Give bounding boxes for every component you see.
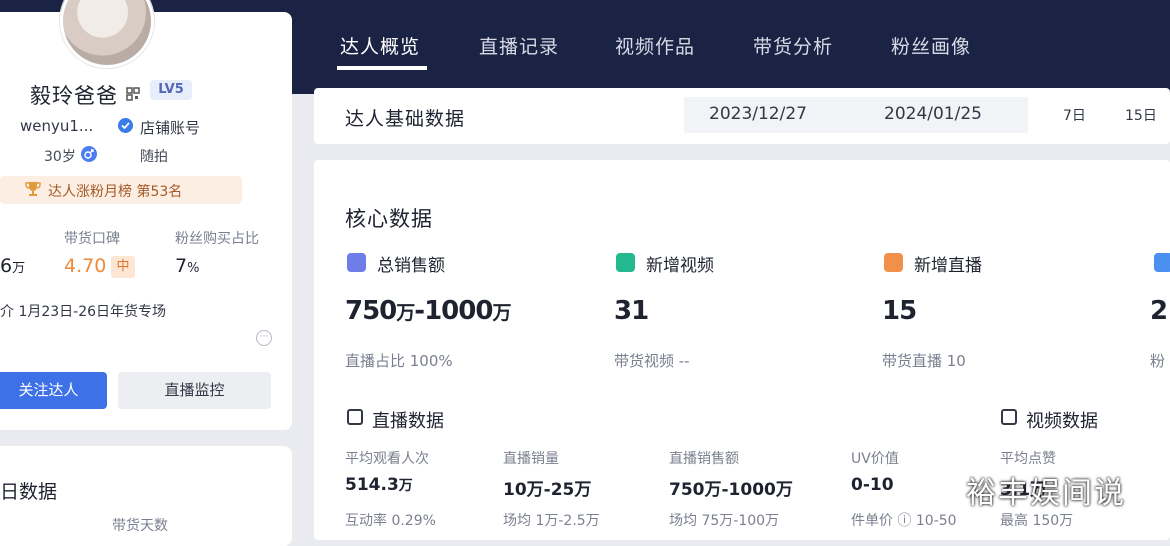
profile-intro: 介 1月23日-26日年货专场	[0, 304, 167, 320]
live-sales-label: 直播销售额	[669, 451, 739, 467]
account-type: 店铺账号	[140, 119, 201, 137]
video-data-title: 视频数据	[1026, 411, 1098, 432]
tab-fan-profile[interactable]: 粉丝画像	[891, 32, 971, 59]
tab-live-records[interactable]: 直播记录	[479, 32, 559, 59]
profile-category: 随拍	[140, 149, 168, 165]
avg-viewers-label: 平均观看人次	[345, 451, 429, 467]
new-live-icon	[884, 253, 903, 272]
rank-text: 达人涨粉月榜 第53名	[48, 184, 183, 200]
live-volume-label: 直播销量	[503, 451, 559, 467]
live-sales-avg: 场均 75万-100万	[669, 513, 780, 529]
live-data-title: 直播数据	[372, 411, 444, 432]
fans-sub: 粉	[1150, 352, 1166, 370]
basic-data-title: 达人基础数据	[345, 108, 466, 130]
range-15d-button[interactable]: 15日	[1125, 105, 1157, 125]
live-share: 直播占比 100%	[345, 352, 453, 370]
profile-name: 毅玲爸爸	[30, 84, 118, 108]
range-7d-button[interactable]: 7日	[1063, 105, 1086, 125]
avg-viewers-value: 514.3万	[345, 475, 413, 495]
selling-video-count: 带货视频 --	[614, 352, 690, 370]
new-live-label: 新增直播	[914, 256, 982, 276]
male-gender-icon	[81, 146, 97, 162]
core-data-title: 核心数据	[345, 207, 433, 231]
trophy-icon	[24, 180, 42, 198]
profile-age: 30岁	[44, 149, 76, 165]
interaction-rate: 互动率 0.29%	[345, 513, 436, 529]
profile-uid: wenyu1...	[20, 117, 94, 135]
new-video-label: 新增视频	[646, 256, 714, 276]
rating-level-badge: 中	[111, 256, 135, 278]
uv-value: 0-10	[851, 475, 894, 495]
new-live-value: 15	[882, 296, 917, 326]
total-sales-value: 750万-1000万	[345, 296, 511, 326]
live-monitor-button[interactable]: 直播监控	[118, 372, 271, 409]
max-likes: 最高 150万	[1000, 513, 1074, 529]
unit-price: 件单价 ⓘ 10-50	[851, 513, 957, 529]
selling-live-count: 带货直播 10	[882, 352, 966, 370]
live-volume-value: 10万-25万	[503, 480, 592, 500]
metric-label-rating: 带货口碑	[64, 231, 120, 247]
live-volume-avg: 场均 1万-2.5万	[503, 513, 600, 529]
tab-videos[interactable]: 视频作品	[615, 32, 695, 59]
metric-value-rating: 4.70	[64, 255, 107, 277]
metric-value-fans: 6万	[0, 255, 26, 277]
metric-value-fan-purchase: 7%	[175, 255, 200, 277]
profile-card	[0, 0, 292, 430]
more-icon[interactable]: ···	[256, 330, 272, 346]
new-video-value: 31	[614, 296, 649, 326]
live-sales-value: 750万-1000万	[669, 480, 793, 500]
tab-sales-analysis[interactable]: 带货分析	[753, 32, 833, 59]
uv-value-label: UV价值	[851, 451, 899, 467]
new-video-icon	[616, 253, 635, 272]
avg-likes-label: 平均点赞	[1000, 451, 1056, 467]
watermark: 裕丰娱间说	[966, 476, 1126, 511]
date-end[interactable]: 2024/01/25	[884, 104, 982, 124]
follow-button[interactable]: 关注达人	[0, 372, 107, 409]
fans-icon	[1154, 253, 1170, 272]
fans-value: 2	[1150, 296, 1168, 326]
video-data-icon	[1001, 409, 1017, 425]
tab-active-indicator	[337, 66, 427, 70]
daily-data-title: 日数据	[0, 481, 58, 503]
total-sales-icon	[347, 253, 366, 272]
qr-code-icon[interactable]	[126, 86, 140, 101]
metric-label-fan-purchase: 粉丝购买占比	[175, 231, 259, 247]
level-badge: LV5	[150, 80, 192, 100]
live-data-icon	[347, 409, 363, 425]
daily-data-sub: 带货天数	[112, 518, 168, 534]
date-start[interactable]: 2023/12/27	[709, 104, 807, 124]
avatar[interactable]	[60, 0, 154, 68]
verified-icon	[118, 118, 133, 133]
tab-overview[interactable]: 达人概览	[340, 32, 420, 59]
total-sales-label: 总销售额	[377, 256, 445, 276]
